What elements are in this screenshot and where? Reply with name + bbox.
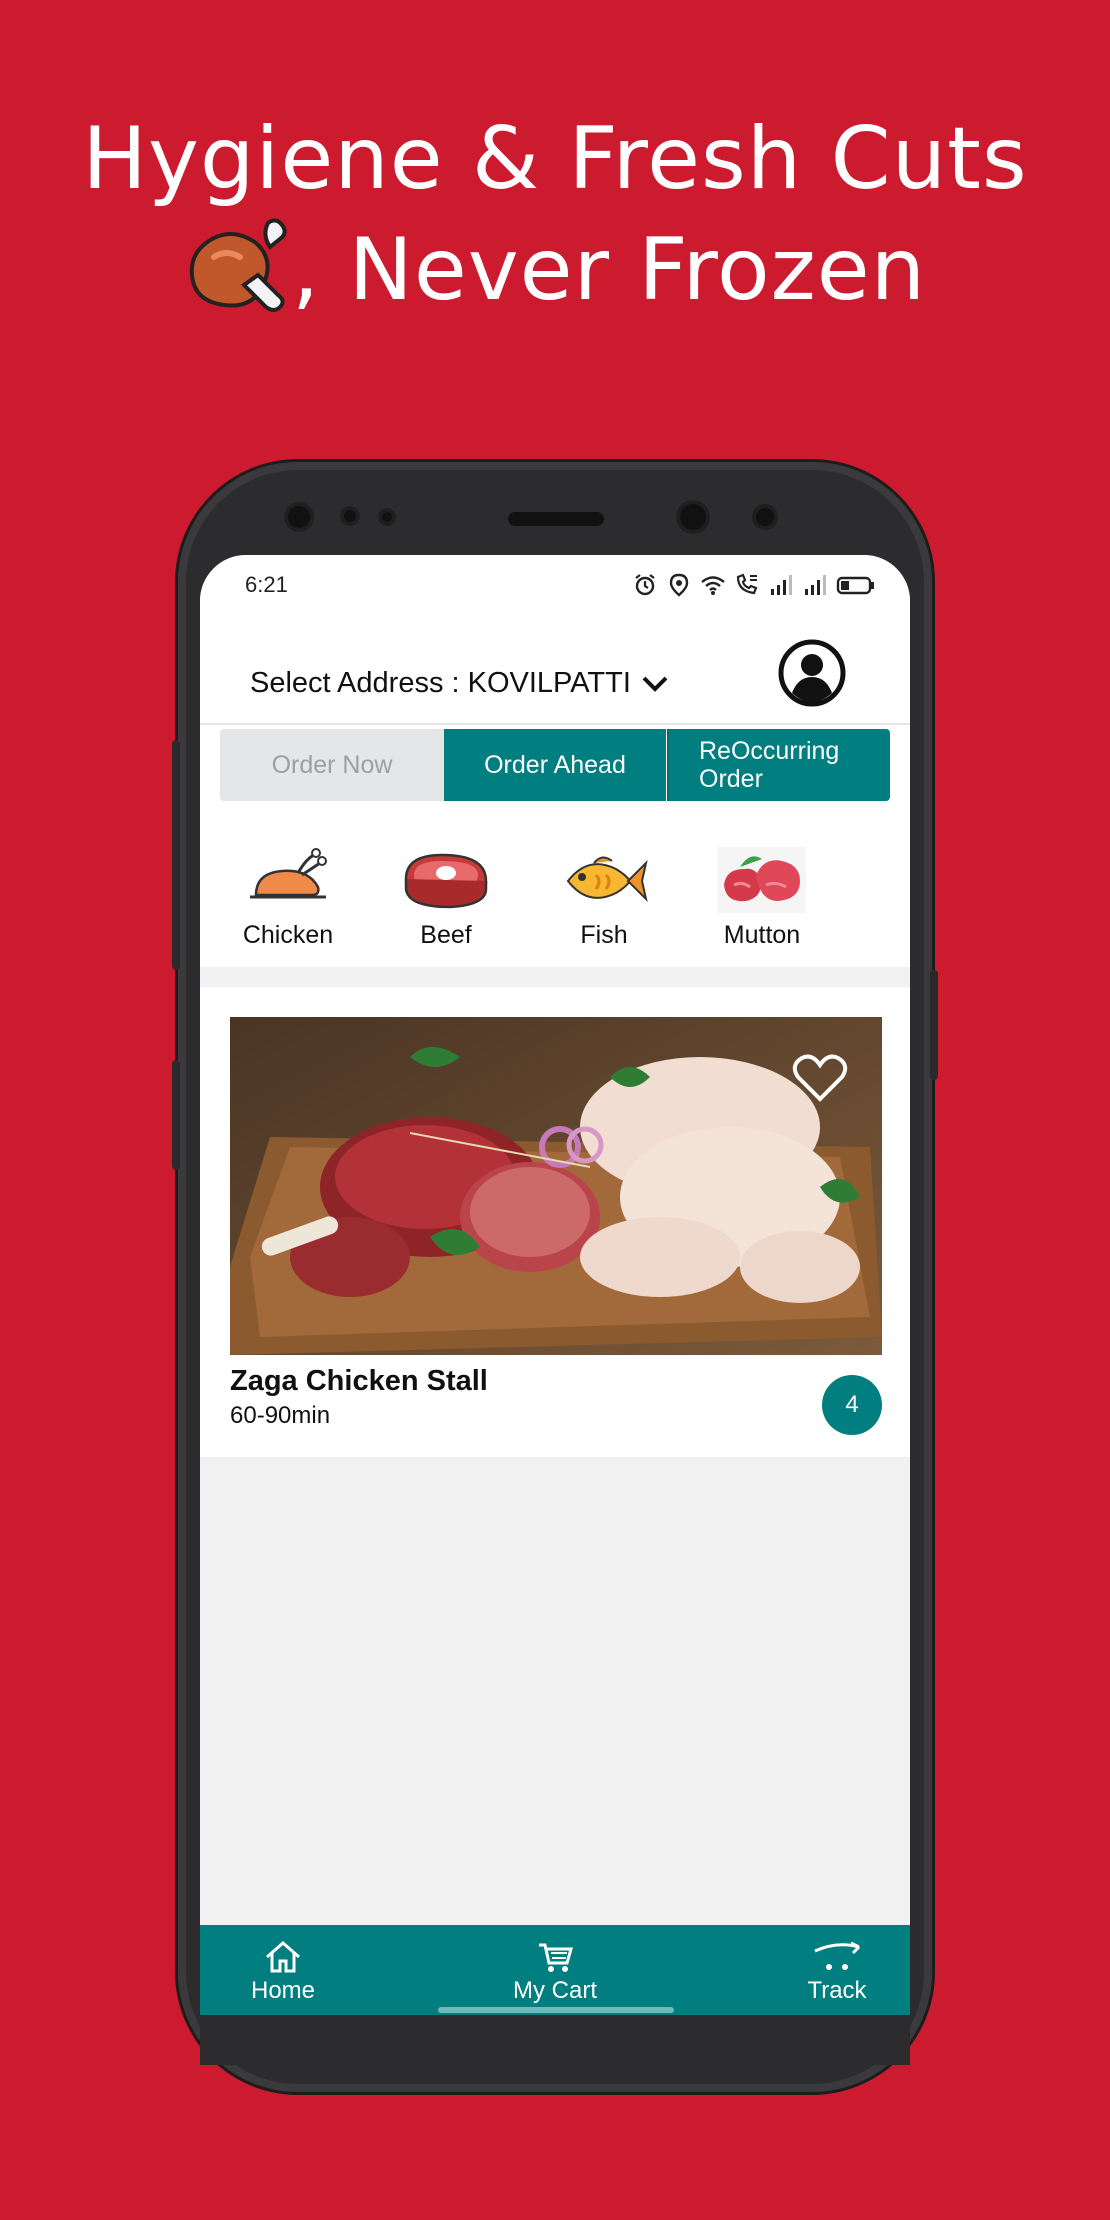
status-icons	[632, 573, 876, 597]
promo-headline: Hygiene & Fresh Cuts , Never Frozen	[0, 105, 1110, 324]
nav-label: My Cart	[513, 1977, 597, 2004]
order-type-tabs: Order Now Order Ahead ReOccurring Order	[200, 725, 910, 853]
address-selector[interactable]: Select Address : KOVILPATTI	[250, 667, 669, 700]
delivery-icon	[814, 1941, 861, 1970]
headline-line-2: , Never Frozen	[0, 213, 1110, 324]
meat-platter-image	[230, 1017, 882, 1355]
nav-my-cart[interactable]: My Cart	[500, 1939, 610, 2005]
steak-icon	[404, 853, 488, 909]
chevron-down-icon	[642, 676, 668, 692]
home-icon	[266, 1941, 300, 1973]
sensor-dot	[756, 508, 774, 526]
tab-order-ahead[interactable]: Order Ahead	[444, 729, 666, 801]
category-label: Chicken	[242, 921, 334, 949]
count-badge: 4	[822, 1375, 882, 1435]
tab-reoccurring-order[interactable]: ReOccurring Order	[667, 729, 890, 801]
category-fish[interactable]: Fish	[539, 845, 669, 950]
app-screen: 6:21 Select Address : KOVILPATTI Order N…	[200, 555, 910, 2015]
front-camera	[680, 504, 706, 530]
category-label: Fish	[580, 921, 628, 949]
power-button	[930, 970, 938, 1080]
status-bar: 6:21	[200, 555, 910, 615]
gesture-bar[interactable]	[438, 2007, 674, 2013]
app-header: Select Address : KOVILPATTI	[200, 615, 910, 725]
fish-icon	[566, 856, 648, 903]
drumstick-icon	[184, 213, 292, 317]
signal-icon	[771, 575, 792, 595]
heart-icon[interactable]	[792, 1053, 848, 1103]
store-image	[230, 1017, 882, 1355]
store-name: Zaga Chicken Stall	[230, 1365, 488, 1397]
volume-button	[172, 740, 180, 970]
battery-icon	[836, 576, 874, 595]
call-icon	[736, 573, 758, 595]
alarm-icon	[635, 574, 655, 596]
headline-line-2-text: , Never Frozen	[291, 220, 927, 320]
wifi-icon	[701, 576, 725, 595]
nav-track[interactable]: Track	[792, 1939, 882, 2005]
bottom-nav: Home My Cart Track	[200, 1925, 910, 2015]
category-label: Mutton	[723, 921, 801, 949]
category-label: Beef	[420, 921, 472, 949]
sensor-dot	[288, 506, 310, 528]
cart-icon	[539, 1943, 573, 1972]
address-label: Select Address : KOVILPATTI	[250, 667, 631, 699]
earpiece-speaker	[508, 512, 604, 526]
user-icon[interactable]	[778, 639, 846, 707]
category-row: Chicken Beef Fish Mutton	[200, 845, 910, 967]
signal-icon	[805, 575, 826, 595]
category-chicken[interactable]: Chicken	[223, 845, 353, 950]
nav-label: Home	[250, 1977, 316, 2004]
tab-order-now[interactable]: Order Now	[220, 729, 444, 801]
sensor-dot	[344, 510, 356, 522]
store-card[interactable]: Zaga Chicken Stall 60-90min 4	[200, 987, 910, 1457]
volume-button	[172, 1060, 180, 1170]
nav-label: Track	[807, 1977, 867, 2004]
delivery-time: 60-90min	[230, 1402, 331, 1429]
mutton-icon	[718, 847, 806, 913]
category-beef[interactable]: Beef	[381, 845, 511, 950]
roast-chicken-icon	[250, 848, 327, 899]
category-mutton[interactable]: Mutton	[697, 845, 827, 950]
status-time: 6:21	[245, 572, 288, 597]
headline-line-1: Hygiene & Fresh Cuts	[82, 109, 1028, 209]
phone-bottom-bezel	[200, 2015, 910, 2065]
nav-home[interactable]: Home	[238, 1939, 328, 2005]
sensor-dot	[382, 512, 392, 522]
location-icon	[669, 573, 689, 597]
